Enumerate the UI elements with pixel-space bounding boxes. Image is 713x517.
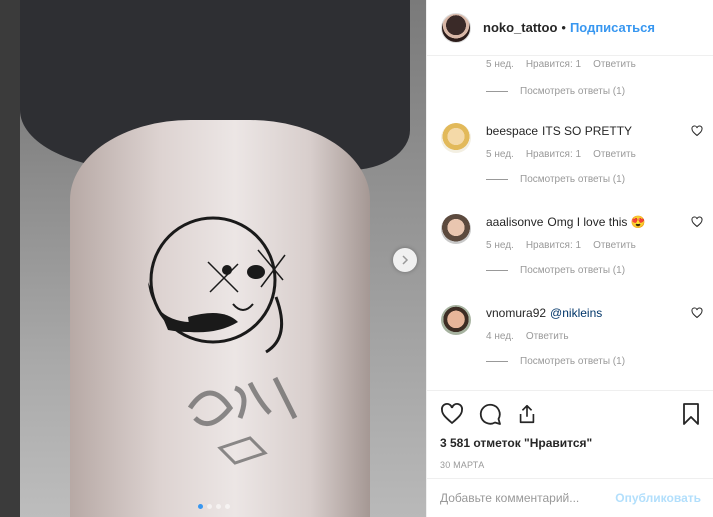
heart-icon[interactable] (440, 402, 464, 426)
comment-text: vnomura92 @nikleins (486, 305, 686, 321)
post-actions: 3 581 отметок "Нравится" 30 МАРТА (427, 390, 713, 470)
replies-divider (486, 179, 508, 180)
carousel-dot (207, 504, 212, 509)
like-comment-heart-icon[interactable] (691, 307, 703, 319)
lettering-tattoo (187, 376, 298, 465)
author-username[interactable]: noko_tattoo (483, 20, 557, 35)
like-comment-heart-icon[interactable] (691, 125, 703, 137)
comment-meta: 4 нед. Ответить (486, 331, 686, 342)
view-replies-label: Посмотреть ответы (1) (520, 265, 626, 276)
post-header: noko_tattoo • Подписаться (427, 0, 713, 56)
comments-list[interactable]: 5 нед. Нравится: 1 Ответить Посмотреть о… (427, 57, 713, 389)
view-replies-label: Посмотреть ответы (1) (520, 356, 626, 367)
carousel-dot (216, 504, 221, 509)
publish-button[interactable]: Опубликовать (615, 491, 701, 505)
post-photo[interactable] (0, 0, 426, 517)
chevron-right-icon (402, 255, 409, 265)
view-replies-label: Посмотреть ответы (1) (520, 174, 626, 185)
view-replies-label: Посмотреть ответы (1) (520, 86, 626, 97)
reply-button[interactable]: Ответить (593, 149, 636, 160)
commenter-username[interactable]: aaalisonve (486, 215, 543, 229)
comment-meta: 5 нед. Нравится: 1 Ответить (486, 59, 686, 70)
comment-likes[interactable]: Нравится: 1 (526, 240, 581, 251)
reply-button[interactable]: Ответить (593, 240, 636, 251)
comment-likes[interactable]: Нравится: 1 (526, 59, 581, 70)
comment-icon[interactable] (478, 402, 502, 426)
comment-time: 5 нед. (486, 149, 514, 160)
seal-tattoo (148, 216, 286, 354)
header-separator: • (561, 20, 566, 35)
commenter-avatar[interactable] (441, 214, 471, 244)
replies-divider (486, 270, 508, 271)
post-date: 30 МАРТА (440, 460, 485, 470)
view-replies-button[interactable]: Посмотреть ответы (1) (486, 265, 686, 276)
reply-button[interactable]: Ответить (593, 59, 636, 70)
carousel-dot (225, 504, 230, 509)
photo-background (0, 0, 20, 517)
mention-link[interactable]: @nikleins (550, 306, 602, 320)
comment-time: 5 нед. (486, 59, 514, 70)
like-comment-heart-icon[interactable] (691, 216, 703, 228)
replies-divider (486, 361, 508, 362)
view-replies-button[interactable]: Посмотреть ответы (1) (486, 86, 686, 97)
commenter-username[interactable]: beespace (486, 124, 538, 138)
comment-body: Omg I love this 😍 (547, 215, 646, 229)
comment-input[interactable] (440, 491, 616, 505)
commenter-avatar[interactable] (441, 123, 471, 153)
commenter-username[interactable]: vnomura92 (486, 306, 546, 320)
commenter-avatar[interactable] (441, 305, 471, 335)
bookmark-icon[interactable] (681, 402, 701, 426)
comment-time: 4 нед. (486, 331, 514, 342)
comment-time: 5 нед. (486, 240, 514, 251)
follow-button[interactable]: Подписаться (570, 20, 655, 35)
author-avatar[interactable] (441, 12, 471, 43)
likes-count[interactable]: 3 581 отметок "Нравится" (440, 436, 701, 450)
comment-likes[interactable]: Нравится: 1 (526, 149, 581, 160)
view-replies-button[interactable]: Посмотреть ответы (1) (486, 356, 686, 367)
carousel-dot (198, 504, 203, 509)
comment-meta: 5 нед. Нравится: 1 Ответить (486, 240, 686, 251)
post-side-panel: noko_tattoo • Подписаться 5 нед. Нравитс… (426, 0, 713, 517)
reply-button[interactable]: Ответить (526, 331, 569, 342)
action-icons (440, 401, 701, 427)
carousel-dots (198, 504, 230, 509)
comment-text: beespace ITS SO PRETTY (486, 123, 686, 139)
next-photo-button[interactable] (393, 248, 417, 272)
share-icon[interactable] (516, 403, 538, 425)
add-comment-bar: Опубликовать (427, 478, 713, 517)
replies-divider (486, 91, 508, 92)
comment-meta: 5 нед. Нравится: 1 Ответить (486, 149, 686, 160)
comment-text: aaalisonve Omg I love this 😍 (486, 214, 686, 230)
view-replies-button[interactable]: Посмотреть ответы (1) (486, 174, 686, 185)
comment-body: ITS SO PRETTY (542, 124, 633, 138)
